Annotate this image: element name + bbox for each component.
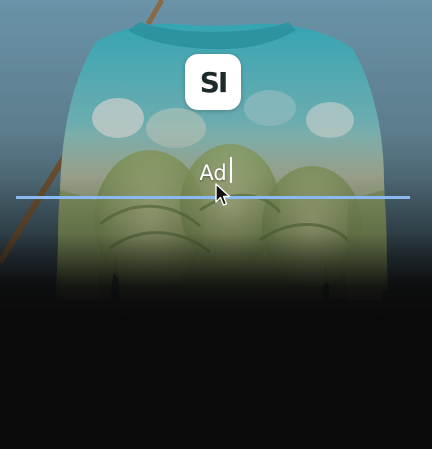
name-entry-screen: SI — [0, 0, 432, 449]
text-caret — [230, 157, 232, 183]
app-logo: SI — [185, 54, 241, 110]
mouse-pointer-icon — [215, 183, 231, 206]
name-field[interactable] — [16, 150, 410, 198]
logo-icon: SI — [199, 65, 229, 99]
input-underline — [16, 196, 410, 199]
name-input[interactable] — [16, 150, 410, 196]
